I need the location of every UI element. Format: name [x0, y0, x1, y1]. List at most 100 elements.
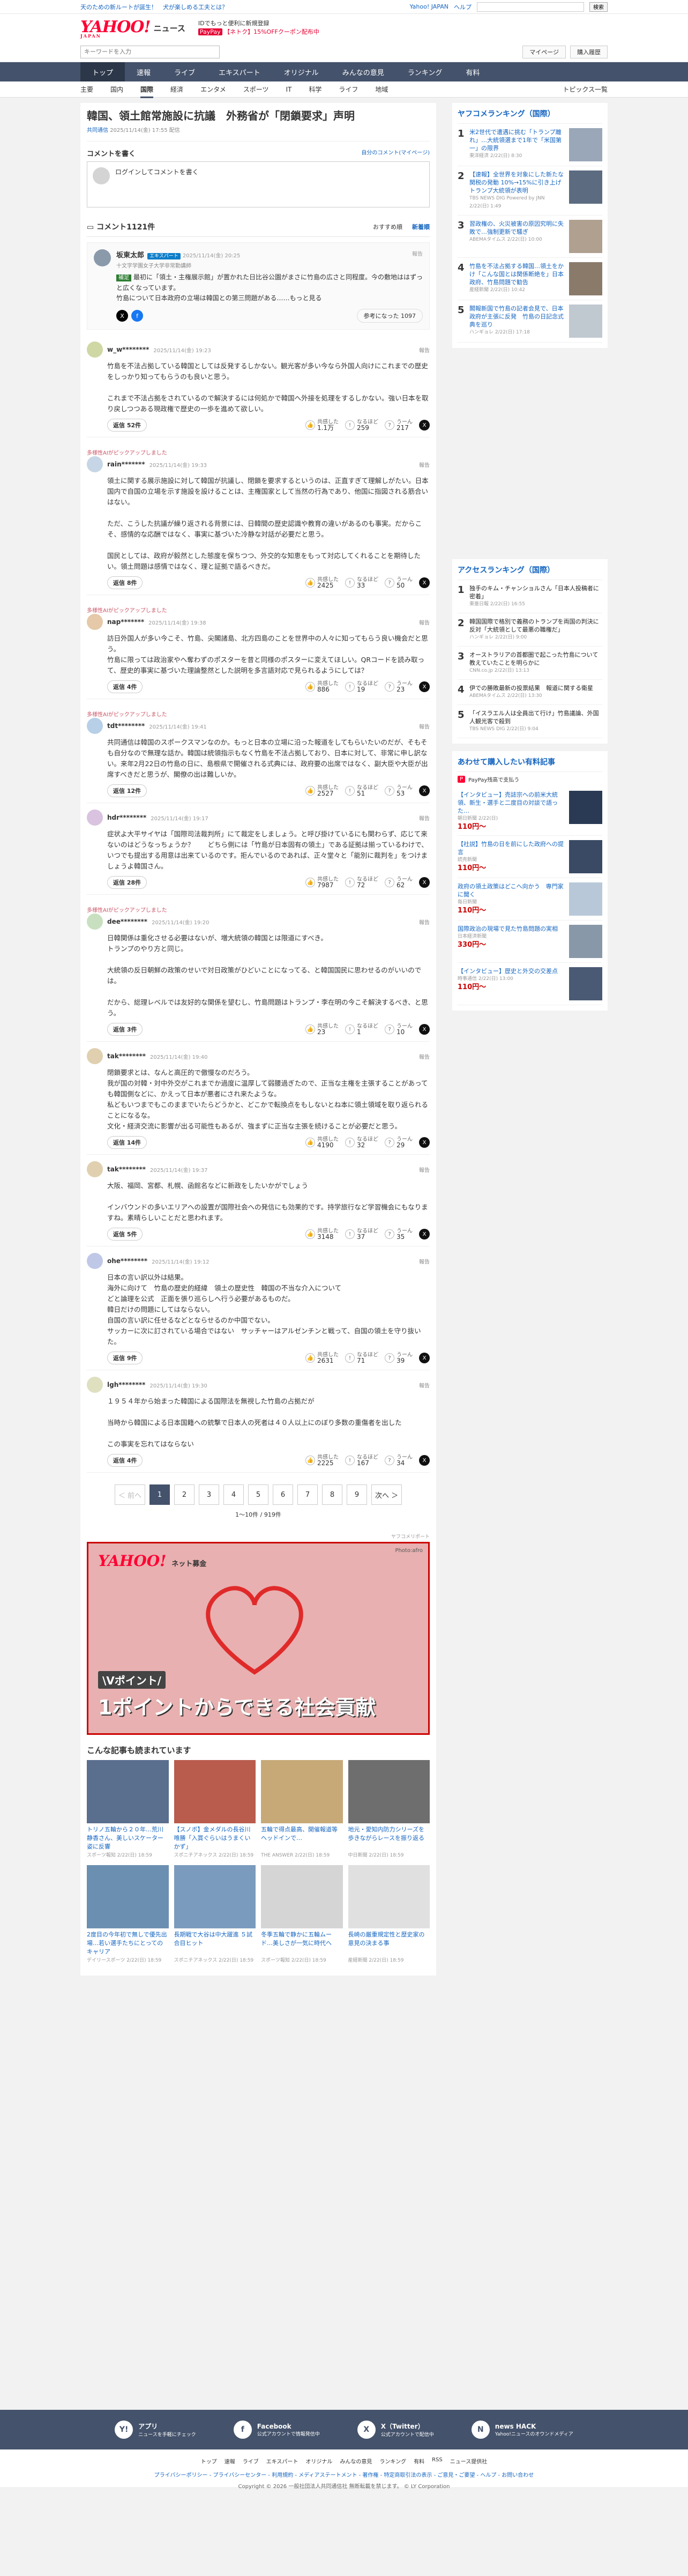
replies-button[interactable]: 返信 9件 — [107, 1352, 143, 1364]
sort-newest[interactable]: 新着順 — [412, 222, 430, 231]
report-link[interactable]: 報告 — [419, 1381, 430, 1389]
ad-label[interactable]: ヤフコメリポート — [87, 1527, 430, 1542]
subnav-item[interactable]: 地域 — [375, 85, 388, 94]
vote-button[interactable]: 👍 共感した 2225 — [305, 1454, 339, 1466]
ranking-item[interactable]: 1 米2世代で遭遇に挑む「トランプ離れ」…大統領選まで1年で「米国第一」の限界 東洋… — [458, 124, 602, 166]
related-title-text[interactable]: 2度目の今年初で無しで優先出場…若い選手たちにとってのキャリア — [87, 1931, 169, 1956]
related-thumbnail[interactable] — [348, 1865, 430, 1928]
commenter-avatar[interactable] — [87, 1253, 103, 1269]
page-number[interactable]: 5 — [248, 1484, 268, 1505]
next-page[interactable]: 次へ ＞ — [371, 1484, 402, 1505]
vote-button[interactable]: 👍 共感した 7987 — [305, 877, 339, 888]
vote-button[interactable]: 👍 共感した 2527 — [305, 785, 339, 797]
vote-button[interactable]: 👍 共感した 3148 — [305, 1228, 339, 1240]
replies-button[interactable]: 返信 8件 — [107, 576, 143, 589]
related-card[interactable]: 【スノボ】金メダルの長谷川唯勝「入賞ぐらいはうまくいかず」 スポニチアネックス 2… — [174, 1760, 256, 1860]
replies-button[interactable]: 返信 28件 — [107, 876, 147, 889]
vote-button[interactable]: ! なるほど 33 — [345, 577, 378, 589]
top-search-input[interactable] — [477, 2, 584, 12]
yahoo-logo[interactable]: YAHOO! JAPAN — [80, 18, 151, 39]
related-title-text[interactable]: 長期戦で大谷は中大躍進 ５試合目ヒット — [174, 1931, 256, 1956]
footer-app[interactable]: Nnews HACK Yahoo!ニュースのオウンドメディア — [471, 2421, 573, 2439]
facebook-share-icon[interactable]: f — [131, 310, 143, 322]
section-name[interactable]: ニュース — [154, 23, 185, 34]
gnav-item[interactable]: ランキング — [396, 62, 454, 81]
x-share-icon[interactable]: X — [419, 1353, 430, 1363]
x-share-icon[interactable]: X — [419, 577, 430, 588]
commenter-avatar[interactable] — [87, 914, 103, 930]
commenter-avatar[interactable] — [87, 718, 103, 734]
vote-button[interactable]: 👍 共感した 886 — [305, 681, 339, 693]
related-title-text[interactable]: 冬季五輪で静かに五輪ムード…美しさが一気に時代へ — [261, 1931, 343, 1956]
page-number[interactable]: 6 — [273, 1484, 293, 1505]
vote-button[interactable]: ? うーん 35 — [385, 1228, 413, 1240]
ranking-item[interactable]: 2 韓国国際で格別で義務のトランプを両国の判決に反対「大統領として最悪の職権だ」ハ… — [458, 613, 602, 647]
x-share-icon[interactable]: X — [419, 1024, 430, 1035]
vote-button[interactable]: ! なるほど 72 — [345, 877, 378, 888]
report-link[interactable]: 報告 — [419, 722, 430, 730]
vote-button[interactable]: ? うーん 10 — [385, 1023, 413, 1035]
commenter-name[interactable]: rain******* — [107, 461, 145, 468]
related-title-text[interactable]: 五輪で得点最高、開催報道等ヘッドインで… — [261, 1825, 343, 1851]
related-title-text[interactable]: 地元・愛知内防力シリーズを歩きながらレースを振り返る — [348, 1825, 430, 1851]
gnav-item[interactable]: トップ — [80, 62, 125, 81]
related-card[interactable]: 長期戦で大谷は中大躍進 ５試合目ヒット スポニチアネックス 2/22(日) 18:… — [174, 1865, 256, 1965]
related-thumbnail[interactable] — [174, 1865, 256, 1928]
commenter-name[interactable]: ohe******** — [107, 1257, 147, 1265]
subnav-item[interactable]: スポーツ — [243, 85, 269, 94]
commenter-name[interactable]: hdr******** — [107, 814, 146, 821]
related-card[interactable]: トリノ五輪から２０年…荒川静香さん、美しいスケーター姿に反響 スポーツ報知 2/2… — [87, 1760, 169, 1860]
related-thumbnail[interactable] — [87, 1865, 169, 1928]
x-share-icon[interactable]: X — [419, 1229, 430, 1239]
paid-text[interactable]: 【インタビュー】売誌宗への前米大統領、新生・選手と二度目の対談で語った… 朝日新聞… — [458, 791, 565, 831]
vote-button[interactable]: 👍 共感した 2631 — [305, 1352, 339, 1364]
footer-nav-item[interactable]: オリジナル — [305, 2457, 332, 2465]
vote-button[interactable]: ? うーん 62 — [385, 877, 413, 888]
x-share-icon[interactable]: X — [419, 1455, 430, 1466]
paid-text[interactable]: 【インタビュー】歴史と外交の交差点 時事通信 2/22(日) 13:00 110円〜 — [458, 967, 565, 1000]
subnav-item[interactable]: 主要 — [80, 85, 93, 94]
gnav-item[interactable]: オリジナル — [272, 62, 331, 81]
commenter-name[interactable]: dee******** — [107, 918, 147, 925]
footer-nav-item[interactable]: ライブ — [243, 2457, 259, 2465]
vote-button[interactable]: ? うーん 23 — [385, 681, 413, 693]
article-source[interactable]: 共同通信 — [87, 128, 108, 133]
vote-button[interactable]: ? うーん 50 — [385, 577, 413, 589]
rank-text[interactable]: 伊での勝敗最新の投票結果 報道に関する衛星 ABEMAタイムス 2/22(日) 1… — [469, 684, 602, 700]
gnav-item[interactable]: 速報 — [125, 62, 162, 81]
paid-articles-title[interactable]: あわせて購入したい有料記事 — [458, 756, 602, 772]
commenter-avatar[interactable] — [87, 1161, 103, 1177]
related-card[interactable]: 五輪で得点最高、開催報道等ヘッドインで… THE ANSWER 2/22(日) 1… — [261, 1760, 343, 1860]
replies-button[interactable]: 返信 4件 — [107, 1454, 143, 1467]
paid-article[interactable]: 【インタビュー】歴史と外交の交差点 時事通信 2/22(日) 13:00 110円〜 — [458, 963, 602, 1005]
replies-button[interactable]: 返信 4件 — [107, 680, 143, 693]
vote-button[interactable]: ? うーん 53 — [385, 785, 413, 797]
report-link[interactable]: 報告 — [419, 346, 430, 354]
ranking-item[interactable]: 5 「イスラエル人は全員出て行け」竹島議論、外国人観光客で殺到 TBS NEWS D… — [458, 705, 602, 738]
top-promo-link[interactable]: 天のための新ルートが誕生！ 犬が楽しめる工夫とは？ — [80, 3, 409, 11]
sort-recommended[interactable]: おすすめ順 — [373, 222, 402, 231]
gnav-item[interactable]: 有料 — [454, 62, 491, 81]
commenter-name[interactable]: lgh******** — [107, 1381, 145, 1389]
vote-button[interactable]: ? うーん 29 — [385, 1137, 413, 1148]
ranking-item[interactable]: 4 竹島を不法占拠する韓国…領土をかけ「こんな国とは関係断絶を」日本政府、竹島問題… — [458, 258, 602, 300]
report-link[interactable]: 報告 — [419, 1165, 430, 1174]
ranking-item[interactable]: 3 オーストラリアの首都圏で起こった竹島について教えていたことを明らかに CNN.c… — [458, 647, 602, 680]
replies-button[interactable]: 返信 5件 — [107, 1228, 143, 1241]
header-promo[interactable]: IDでもっと便利に新規登録 PayPay 【ネトク】15%OFFクーポン配布中 — [198, 19, 319, 36]
topics-list-link[interactable]: トピックス一覧 — [563, 85, 608, 94]
commenter-avatar[interactable] — [87, 456, 103, 472]
footer-nav-item[interactable]: みんなの意見 — [340, 2457, 372, 2465]
related-thumbnail[interactable] — [261, 1865, 343, 1928]
vote-button[interactable]: 👍 共感した 23 — [305, 1023, 339, 1035]
subnav-item[interactable]: エンタメ — [200, 85, 226, 94]
related-thumbnail[interactable] — [261, 1760, 343, 1823]
subnav-item[interactable]: ライフ — [339, 85, 358, 94]
footer-nav-item[interactable]: トップ — [201, 2457, 217, 2465]
rank-text[interactable]: 米2世代で遭遇に挑む「トランプ離れ」…大統領選まで1年で「米国第一」の限界 東洋経… — [469, 128, 565, 161]
gnav-item[interactable]: エキスパート — [207, 62, 272, 81]
page-number[interactable]: 1 — [149, 1484, 170, 1505]
report-link[interactable]: 報告 — [419, 461, 430, 469]
comment-input-box[interactable]: ログインしてコメントを書く — [87, 161, 430, 207]
vote-button[interactable]: ! なるほど 37 — [345, 1228, 378, 1240]
